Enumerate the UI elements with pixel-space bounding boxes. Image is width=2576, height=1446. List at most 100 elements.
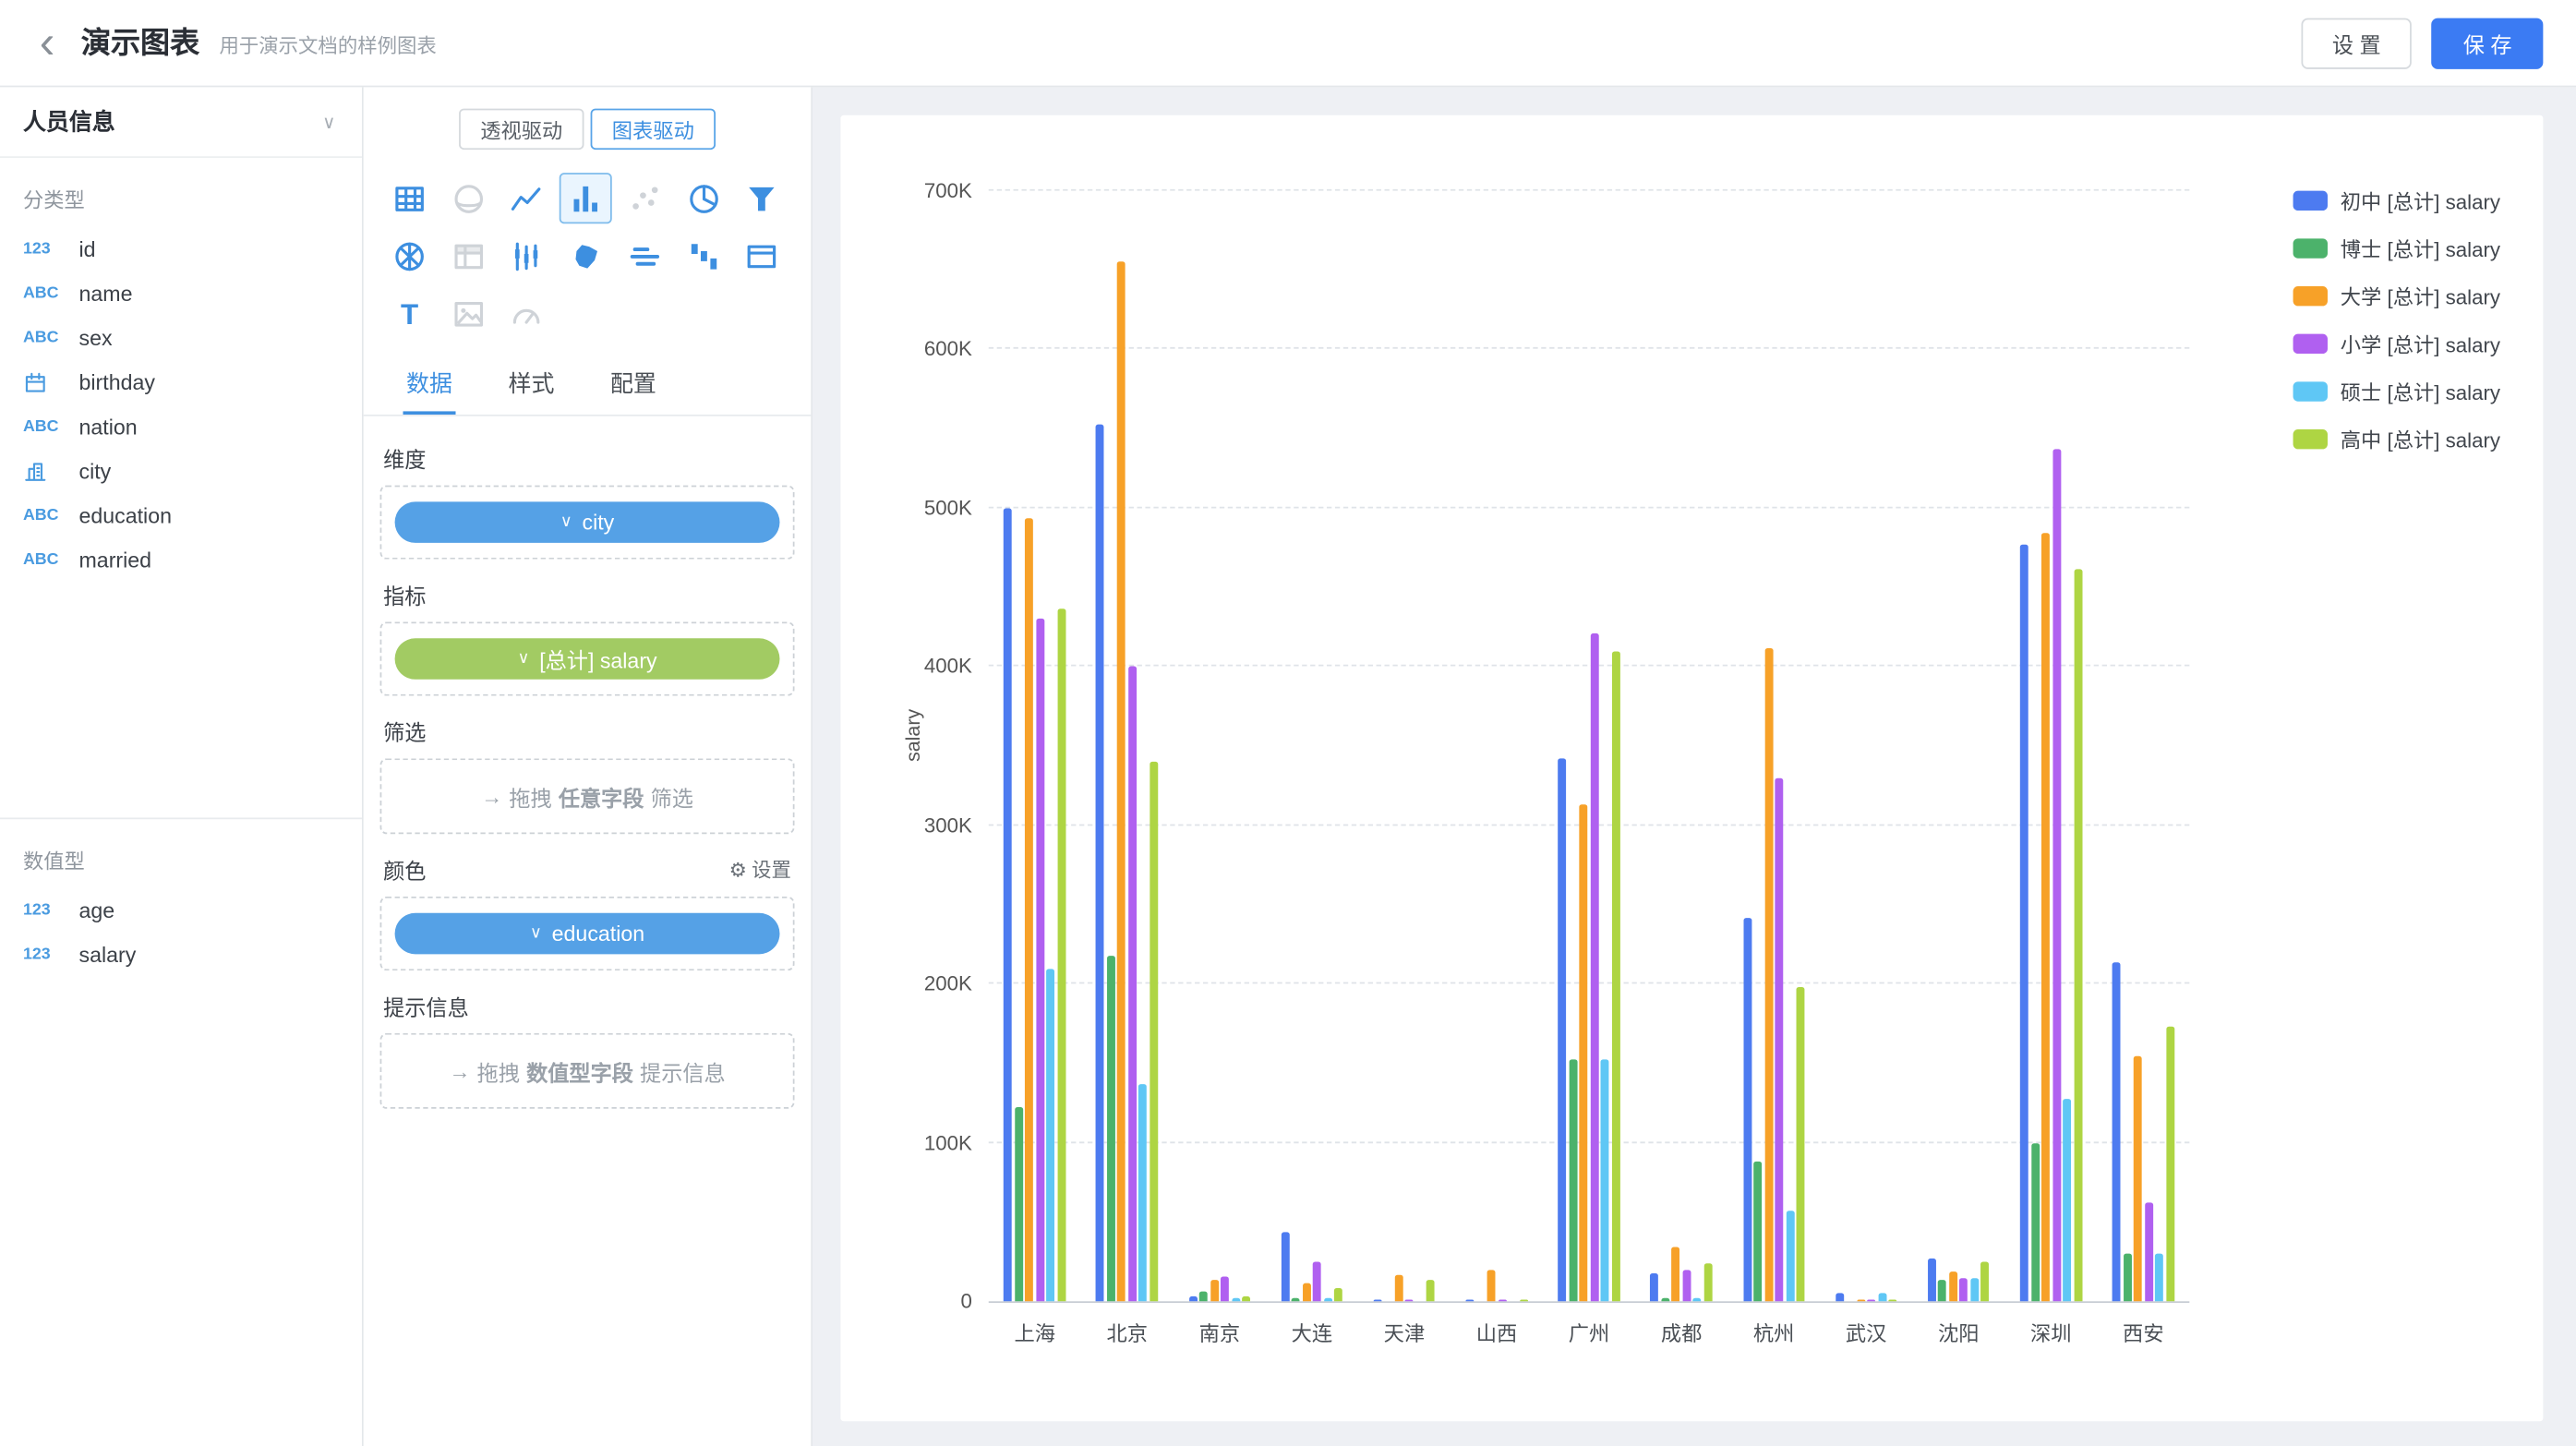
filter-dropzone[interactable]: → 拖拽任意字段筛选	[380, 758, 795, 834]
chart-type-candlestick-icon[interactable]	[500, 230, 553, 281]
color-label-text: 颜色	[383, 854, 426, 886]
bar-group-广州	[1543, 191, 1635, 1302]
bar	[1487, 1270, 1496, 1301]
x-axis-label: 武汉	[1820, 1316, 1912, 1347]
metric-pill-salary[interactable]: ∨ [总计] salary	[395, 638, 780, 680]
bar	[1199, 1292, 1208, 1301]
y-tick-label: 700K	[924, 179, 972, 202]
bar	[1786, 1211, 1794, 1301]
bar	[1282, 1232, 1290, 1302]
y-tick-label: 300K	[924, 813, 972, 837]
metric-dropzone[interactable]: ∨ [总计] salary	[380, 621, 795, 695]
bar	[1651, 1272, 1659, 1301]
panel-tab-1[interactable]: 样式	[505, 355, 558, 415]
field-item-city[interactable]: city	[0, 449, 362, 493]
bar	[2166, 1027, 2174, 1301]
field-item-birthday[interactable]: birthday	[0, 360, 362, 404]
field-name: city	[79, 459, 112, 484]
legend-label: 硕士 [总计] salary	[2341, 375, 2500, 406]
string-type-icon: ABC	[23, 507, 66, 525]
field-item-age[interactable]: 123age	[0, 888, 362, 933]
bar	[1334, 1289, 1342, 1302]
chart-type-frame-icon[interactable]	[736, 230, 788, 281]
topbar: ‹ 演示图表 用于演示文档的样例图表 设 置 保 存	[0, 0, 2576, 87]
color-dropzone[interactable]: ∨ education	[380, 897, 795, 970]
tooltip-dropzone[interactable]: → 拖拽数值型字段提示信息	[380, 1033, 795, 1109]
city-icon	[23, 459, 66, 484]
legend-color-chip	[2293, 285, 2327, 305]
bar	[2113, 962, 2121, 1302]
dimension-section: 维度 ∨ city	[364, 442, 812, 559]
panel-tabs: 数据样式配置	[364, 355, 812, 416]
field-item-sex[interactable]: ABCsex	[0, 316, 362, 360]
mode-tab-chart-driven[interactable]: 图表驱动	[591, 109, 716, 151]
legend-item-0[interactable]: 初中 [总计] salary	[2293, 185, 2500, 216]
chart-type-rose-icon[interactable]	[383, 230, 436, 281]
bar	[1139, 1084, 1148, 1301]
field-item-nation[interactable]: ABCnation	[0, 404, 362, 449]
legend-item-1[interactable]: 博士 [总计] salary	[2293, 232, 2500, 263]
bar	[1466, 1300, 1475, 1302]
settings-button[interactable]: 设 置	[2301, 18, 2412, 68]
color-settings-button[interactable]: ⚙ 设置	[729, 855, 791, 883]
filter-placeholder: → 拖拽任意字段筛选	[481, 780, 693, 812]
field-item-id[interactable]: 123id	[0, 227, 362, 271]
chart-type-table-icon[interactable]	[383, 173, 436, 223]
bar-group-杭州	[1727, 191, 1820, 1302]
bar	[1569, 1060, 1577, 1301]
dimension-pill-city[interactable]: ∨ city	[395, 501, 780, 543]
legend-item-3[interactable]: 小学 [总计] salary	[2293, 328, 2500, 359]
field-item-education[interactable]: ABCeducation	[0, 493, 362, 537]
bar	[1292, 1298, 1300, 1301]
bar	[1928, 1259, 1936, 1301]
chart-type-pie-chart-icon[interactable]	[677, 173, 729, 223]
field-name: nation	[79, 415, 138, 440]
bar	[1868, 1300, 1876, 1302]
metric-section: 指标 ∨ [总计] salary	[364, 579, 812, 695]
field-item-name[interactable]: ABCname	[0, 271, 362, 316]
legend-item-2[interactable]: 大学 [总计] salary	[2293, 280, 2500, 311]
bar	[1026, 518, 1034, 1302]
x-axis-label: 杭州	[1727, 1316, 1820, 1347]
panel-tab-0[interactable]: 数据	[403, 355, 455, 415]
bar	[1324, 1298, 1332, 1301]
field-name: married	[79, 548, 152, 572]
chart-type-word-cloud-icon[interactable]	[619, 230, 671, 281]
legend-item-4[interactable]: 硕士 [总计] salary	[2293, 375, 2500, 406]
color-pill-education[interactable]: ∨ education	[395, 913, 780, 955]
panel-tab-2[interactable]: 配置	[607, 355, 659, 415]
bar	[1775, 777, 1783, 1301]
legend-label: 初中 [总计] salary	[2341, 185, 2500, 216]
x-axis-label: 大连	[1266, 1316, 1358, 1347]
string-type-icon: ABC	[23, 284, 66, 303]
legend-item-5[interactable]: 高中 [总计] salary	[2293, 423, 2500, 454]
dimension-label: 维度	[383, 442, 791, 474]
mode-tab-pivot-driven[interactable]: 透视驱动	[459, 109, 584, 151]
back-button[interactable]: ‹	[33, 19, 62, 66]
bar	[1878, 1294, 1886, 1302]
string-type-icon: ABC	[23, 329, 66, 347]
bar	[1405, 1300, 1414, 1302]
field-section-categorical: 分类型123idABCnameABCsexbirthdayABCnationci…	[0, 158, 362, 817]
chart-type-bar-chart-icon[interactable]	[560, 173, 612, 223]
bar	[1047, 970, 1055, 1301]
x-axis-label: 西安	[2097, 1316, 2189, 1347]
dataset-title: 人员信息	[23, 105, 115, 139]
dataset-selector[interactable]: 人员信息 ∨	[0, 87, 362, 158]
field-item-salary[interactable]: 123salary	[0, 933, 362, 977]
chart-type-china-map-icon[interactable]	[560, 230, 612, 281]
chart-type-funnel-icon[interactable]	[736, 173, 788, 223]
bar	[2030, 1142, 2039, 1301]
chart-type-line-chart-icon[interactable]	[500, 173, 553, 223]
field-name: birthday	[79, 370, 155, 395]
bar	[1426, 1281, 1435, 1301]
chart-type-text-icon[interactable]: T	[383, 288, 436, 339]
metric-pill-label: [总计] salary	[539, 644, 656, 675]
bar	[1303, 1283, 1311, 1301]
chart-type-grid: T	[364, 166, 812, 355]
field-item-married[interactable]: ABCmarried	[0, 538, 362, 583]
chart-type-waterfall-icon[interactable]	[677, 230, 729, 281]
dimension-dropzone[interactable]: ∨ city	[380, 486, 795, 560]
save-button[interactable]: 保 存	[2432, 18, 2543, 68]
topbar-left: ‹ 演示图表 用于演示文档的样例图表	[33, 19, 437, 66]
